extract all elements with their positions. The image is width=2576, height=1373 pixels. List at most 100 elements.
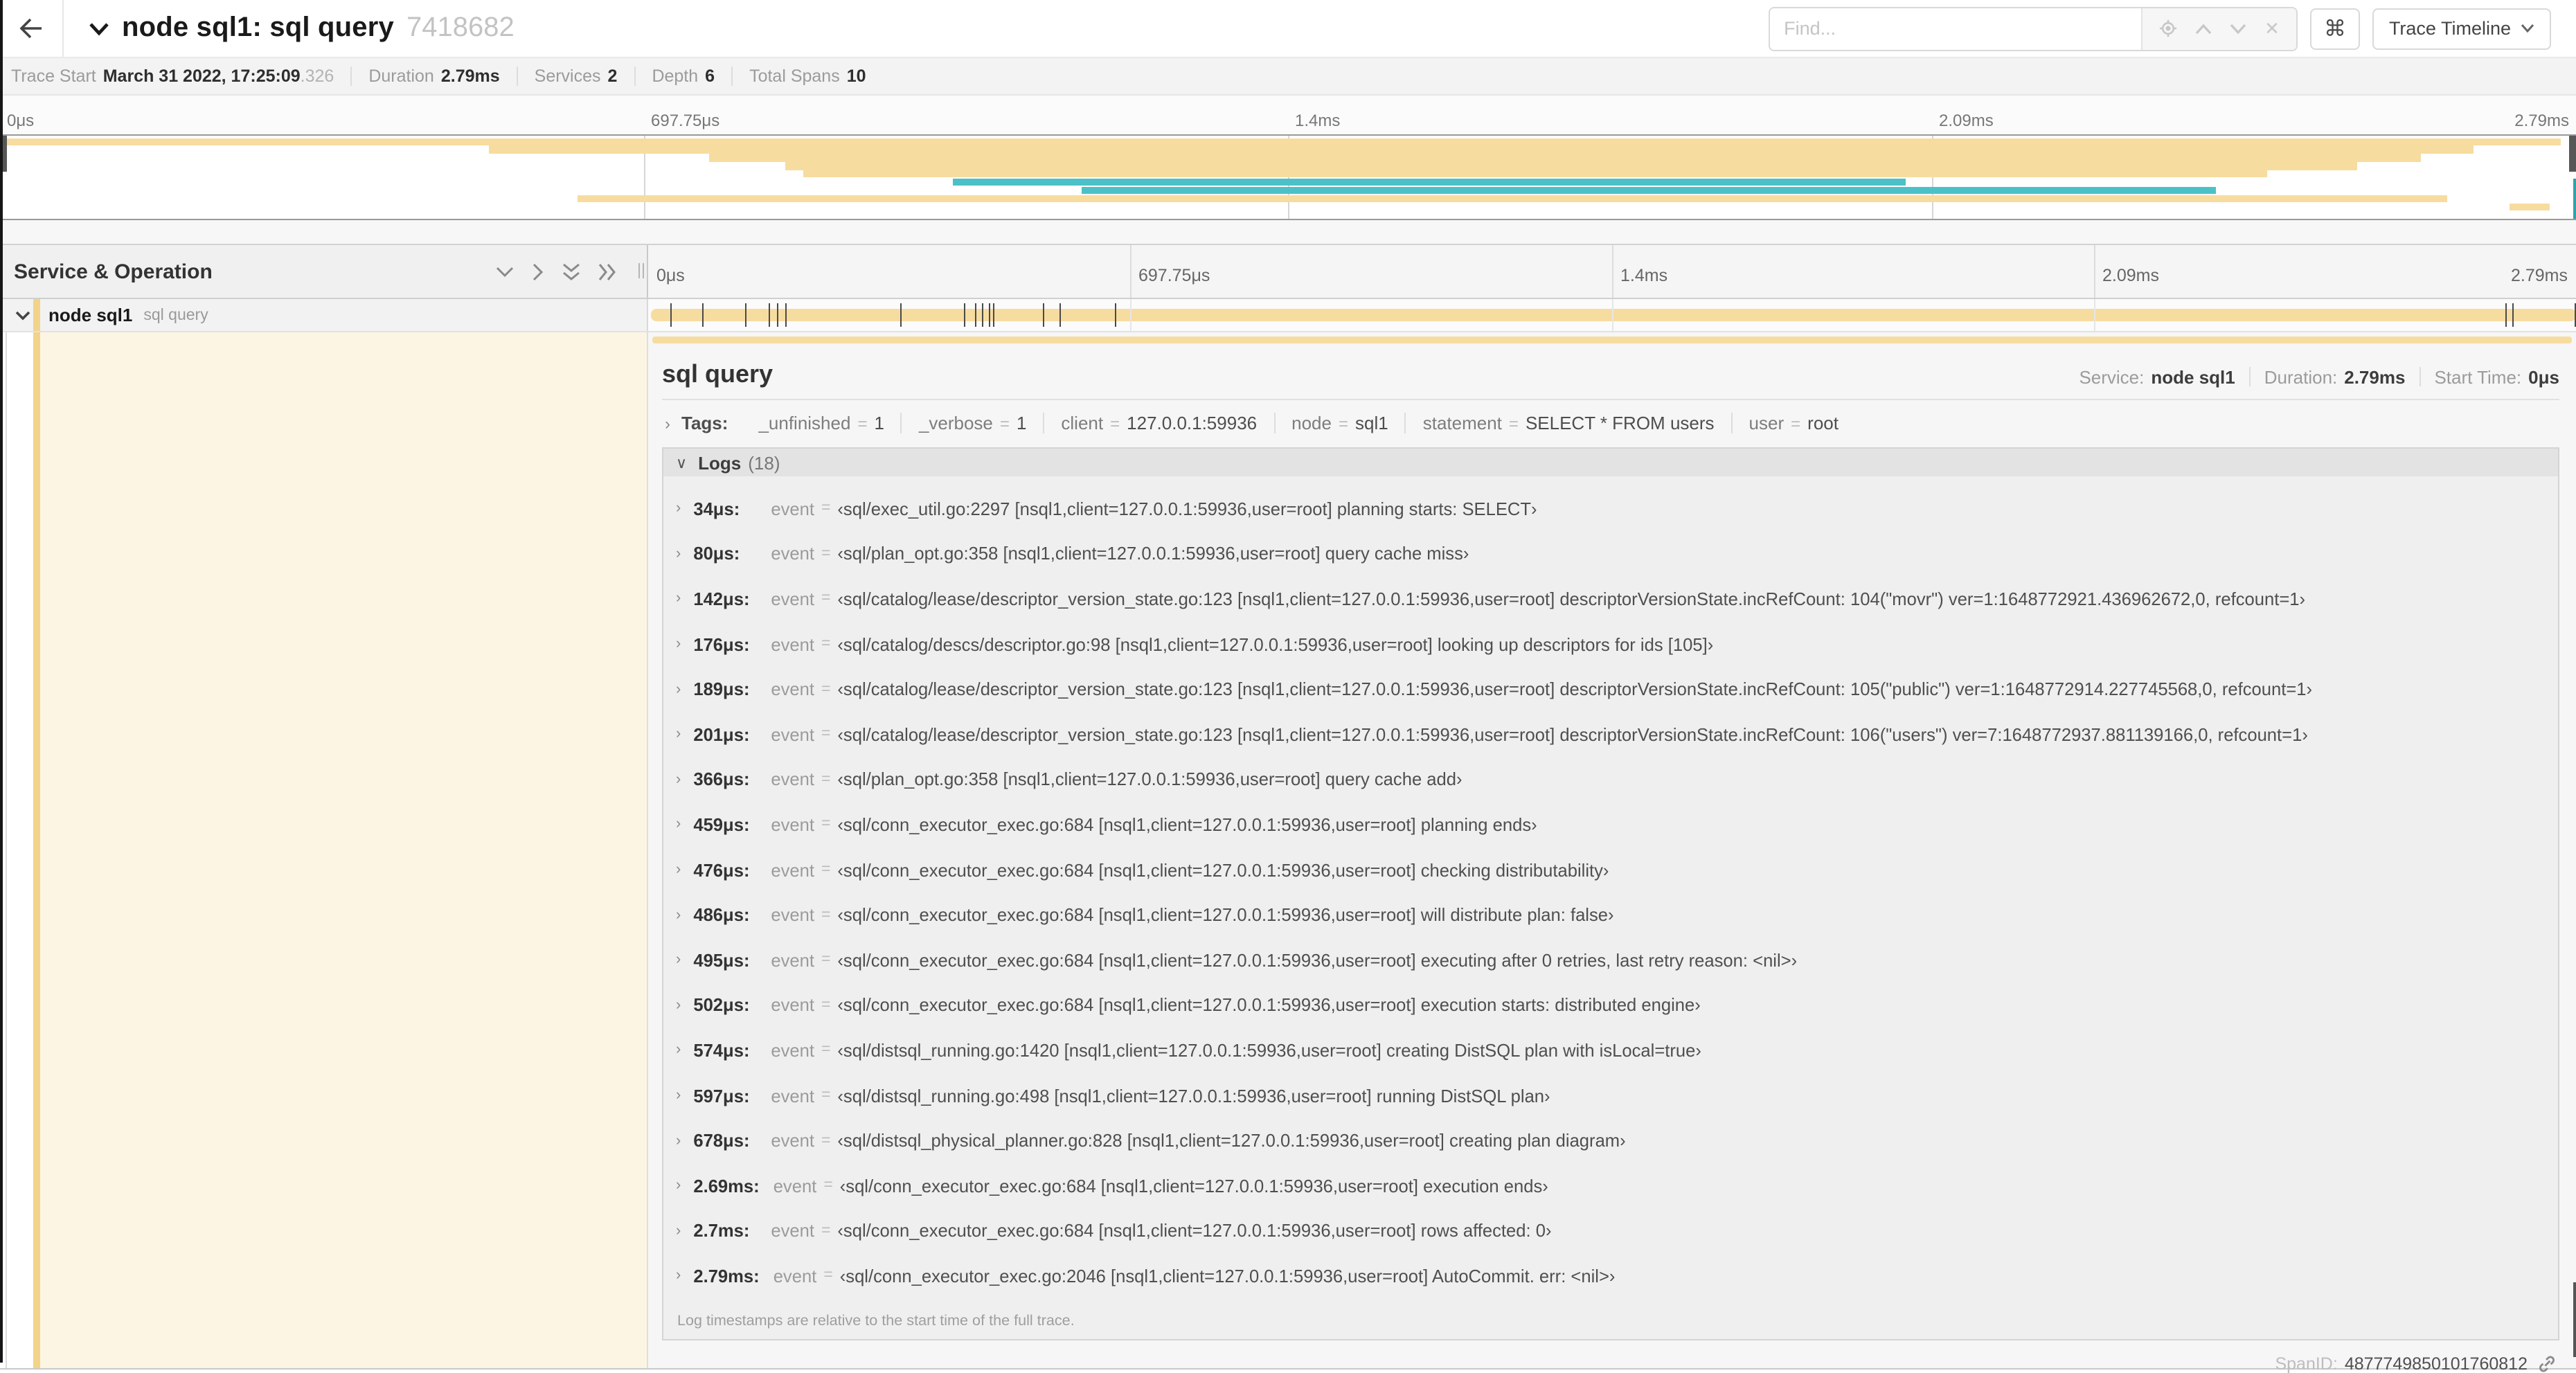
column-resizer-handle[interactable] (638, 263, 644, 278)
expand-log-chevron-icon[interactable]: › (676, 1042, 681, 1059)
focus-match-icon[interactable] (2159, 19, 2177, 37)
collapse-all-icon[interactable] (562, 262, 580, 280)
tag-key: client (1061, 413, 1104, 433)
expand-all-icon[interactable] (598, 262, 616, 280)
equals-sign: = (1508, 413, 1519, 433)
trace-minimap[interactable] (0, 134, 2576, 220)
tags-row[interactable]: › Tags: _unfinished = 1 _verbose = 1 client = 12… (662, 400, 2559, 447)
log-field-value: ‹sql/conn_executor_exec.go:684 [nsql1,cl… (837, 904, 1614, 926)
tag-item[interactable]: _verbose = 1 (902, 413, 1045, 433)
expand-log-chevron-icon[interactable]: › (676, 906, 681, 923)
expand-log-chevron-icon[interactable]: › (676, 1268, 681, 1284)
log-timestamp: 34μs: (693, 498, 740, 519)
ruler-tick-label: 1.4ms (1620, 266, 1668, 285)
log-row[interactable]: › 176μs: event = ‹sql/catalog/descs/descript… (663, 622, 2558, 667)
back-button[interactable] (0, 0, 64, 57)
tag-item[interactable]: client = 127.0.0.1:59936 (1044, 413, 1276, 433)
span-operation-name: sql query (143, 307, 208, 323)
log-marker-tick (988, 303, 990, 327)
ruler-tick-label: 2.09ms (2102, 266, 2159, 285)
log-row[interactable]: › 2.7ms: event = ‹sql/conn_executor_exec.go:… (663, 1208, 2558, 1253)
span-row-name-cell[interactable]: node sql1 sql query (0, 299, 648, 331)
log-row[interactable]: › 678μs: event = ‹sql/distsql_physical_plann… (663, 1118, 2558, 1163)
log-row[interactable]: › 80μs: event = ‹sql/plan_opt.go:358 [nsql1,… (663, 531, 2558, 576)
collapse-trace-chevron-icon[interactable] (89, 21, 109, 35)
log-row[interactable]: › 476μs: event = ‹sql/conn_executor_exec.go:… (663, 847, 2558, 892)
log-row[interactable]: › 502μs: event = ‹sql/conn_executor_exec.go:… (663, 982, 2558, 1027)
expand-tags-chevron-icon[interactable]: › (665, 413, 670, 433)
log-field-key: event (771, 859, 814, 881)
log-timestamp: 574μs: (693, 1039, 750, 1061)
equals-sign: = (821, 545, 831, 562)
trace-meta-label: Trace Start (11, 66, 96, 86)
expand-log-chevron-icon[interactable]: › (676, 771, 681, 788)
log-row[interactable]: › 142μs: event = ‹sql/catalog/lease/descript… (663, 576, 2558, 621)
collapse-span-chevron-icon[interactable] (15, 309, 30, 321)
minimap-span (708, 154, 2422, 162)
log-row[interactable]: › 201μs: event = ‹sql/catalog/lease/descript… (663, 712, 2558, 757)
find-input[interactable] (1770, 8, 2142, 49)
span-row-timeline-cell[interactable] (648, 299, 2576, 331)
log-field-value: ‹sql/plan_opt.go:358 [nsql1,client=127.0… (837, 769, 1463, 790)
span-detail-title: sql query (662, 360, 773, 388)
log-marker-tick (964, 303, 965, 327)
prev-result-icon[interactable] (2195, 23, 2212, 34)
tag-item[interactable]: statement = SELECT * FROM users (1406, 413, 1733, 433)
log-row[interactable]: › 495μs: event = ‹sql/conn_executor_exec.go:… (663, 937, 2558, 982)
log-row[interactable]: › 597μs: event = ‹sql/distsql_running.go:498… (663, 1073, 2558, 1118)
log-field-value: ‹sql/distsql_physical_planner.go:828 [ns… (837, 1130, 1626, 1151)
log-timestamp: 189μs: (693, 679, 750, 700)
equals-sign: = (821, 1041, 831, 1059)
span-detail-name-cell[interactable] (0, 332, 648, 1368)
expand-one-icon[interactable] (532, 262, 544, 280)
tag-item[interactable]: node = sql1 (1275, 413, 1406, 433)
expand-log-chevron-icon[interactable]: › (676, 861, 681, 878)
trace-view-selector[interactable]: Trace Timeline (2372, 8, 2551, 49)
deep-link-icon[interactable] (2537, 1354, 2557, 1373)
log-row[interactable]: › 189μs: event = ‹sql/catalog/lease/descript… (663, 667, 2558, 712)
minimap-span (0, 138, 2561, 145)
minimap-right-handle[interactable] (2569, 136, 2576, 172)
expand-log-chevron-icon[interactable]: › (676, 726, 681, 743)
expand-log-chevron-icon[interactable]: › (676, 1223, 681, 1239)
log-field-key: event (771, 814, 814, 835)
next-result-icon[interactable] (2230, 23, 2246, 34)
tag-key: node (1291, 413, 1332, 433)
span-duration-bar[interactable] (651, 309, 2576, 321)
logs-header[interactable]: ∨ Logs (18) (663, 449, 2558, 476)
log-row[interactable]: › 366μs: event = ‹sql/plan_opt.go:358 [nsql1… (663, 757, 2558, 802)
log-field-key: event (771, 588, 814, 609)
expand-log-chevron-icon[interactable]: › (676, 546, 681, 562)
log-row[interactable]: › 34μs: event = ‹sql/exec_util.go:2297 [nsql… (663, 486, 2558, 531)
minimap-ruler: 0μs 697.75μs 1.4ms 2.09ms 2.79ms (0, 96, 2576, 134)
span-overview-value: 2.79ms (2344, 366, 2406, 387)
equals-sign: = (821, 636, 831, 653)
tag-item[interactable]: _unfinished = 1 (742, 413, 902, 433)
log-row[interactable]: › 486μs: event = ‹sql/conn_executor_exec.go:… (663, 892, 2558, 937)
log-timestamp: 495μs: (693, 949, 750, 971)
log-timestamp: 2.7ms: (693, 1220, 750, 1241)
log-marker-tick (1115, 303, 1117, 327)
expand-log-chevron-icon[interactable]: › (676, 1132, 681, 1149)
expand-log-chevron-icon[interactable]: › (676, 636, 681, 652)
tag-key: statement (1422, 413, 1502, 433)
log-marker-tick (1043, 303, 1045, 327)
expand-log-chevron-icon[interactable]: › (676, 1087, 681, 1104)
expand-log-chevron-icon[interactable]: › (676, 591, 681, 607)
log-timestamp: 502μs: (693, 994, 750, 1016)
log-row[interactable]: › 2.79ms: event = ‹sql/conn_executor_exec.go… (663, 1253, 2558, 1298)
expand-log-chevron-icon[interactable]: › (676, 951, 681, 968)
keyboard-shortcuts-button[interactable]: ⌘ (2309, 8, 2360, 49)
log-row[interactable]: › 574μs: event = ‹sql/distsql_running.go:142… (663, 1027, 2558, 1073)
expand-log-chevron-icon[interactable]: › (676, 816, 681, 833)
log-row[interactable]: › 459μs: event = ‹sql/conn_executor_exec.go:… (663, 802, 2558, 847)
clear-find-icon[interactable]: ✕ (2264, 17, 2280, 39)
expand-log-chevron-icon[interactable]: › (676, 501, 681, 517)
expand-log-chevron-icon[interactable]: › (676, 681, 681, 697)
expand-log-chevron-icon[interactable]: › (676, 1177, 681, 1194)
expand-log-chevron-icon[interactable]: › (676, 997, 681, 1014)
collapse-one-icon[interactable] (496, 265, 514, 278)
log-row[interactable]: › 2.69ms: event = ‹sql/conn_executor_exec.go… (663, 1163, 2558, 1208)
collapse-logs-chevron-icon[interactable]: ∨ (676, 454, 687, 472)
tag-item[interactable]: user = root (1733, 413, 1855, 433)
